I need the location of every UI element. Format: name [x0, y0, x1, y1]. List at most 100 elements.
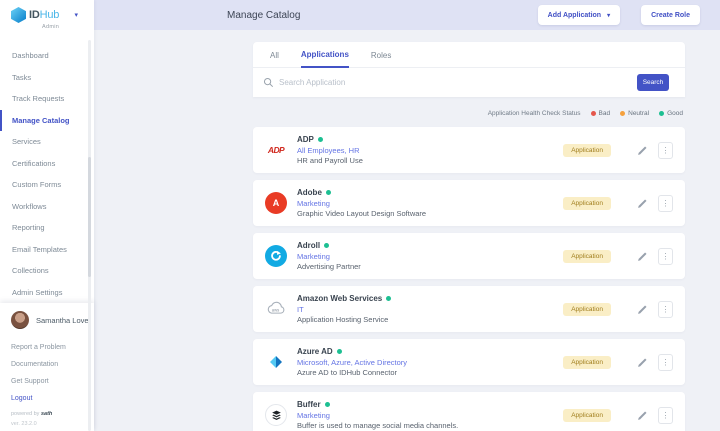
- user-name: Samantha Love: [36, 316, 89, 325]
- more-options-button[interactable]: ⋮: [658, 142, 673, 159]
- idhub-hexagon-icon: [11, 7, 26, 23]
- powered-by-label: powered by sath: [0, 411, 94, 417]
- more-options-button[interactable]: ⋮: [658, 248, 673, 265]
- header-actions: Add Application ▾ Create Role: [538, 5, 720, 25]
- logout-link[interactable]: Logout: [0, 390, 94, 407]
- application-name: Azure AD: [297, 347, 333, 356]
- edit-pencil-icon[interactable]: [637, 410, 648, 421]
- edit-pencil-icon[interactable]: [637, 145, 648, 156]
- chevron-down-icon: ▾: [607, 12, 610, 19]
- get-support-link[interactable]: Get Support: [0, 373, 94, 390]
- sidebar-item-reporting[interactable]: Reporting: [0, 217, 94, 239]
- application-type-badge: Application: [563, 144, 611, 157]
- add-application-label: Add Application: [548, 12, 601, 19]
- sidebar-item-custom-forms[interactable]: Custom Forms: [0, 174, 94, 196]
- neutral-status-dot: [620, 111, 625, 116]
- application-row-aws[interactable]: aws Amazon Web Services IT Application H…: [253, 286, 685, 332]
- status-dot-good: [386, 296, 391, 301]
- application-tags-link[interactable]: Marketing: [297, 252, 361, 261]
- more-options-button[interactable]: ⋮: [658, 195, 673, 212]
- application-row-adroll[interactable]: Adroll Marketing Advertising Partner App…: [253, 233, 685, 279]
- search-button[interactable]: Search: [637, 74, 669, 91]
- application-type-badge: Application: [563, 356, 611, 369]
- sidebar-item-dashboard[interactable]: Dashboard: [0, 45, 94, 67]
- application-name: Adobe: [297, 188, 322, 197]
- search-bar: Search: [253, 68, 685, 97]
- application-name: ADP: [297, 135, 314, 144]
- application-info: Buffer Marketing Buffer is used to manag…: [297, 400, 458, 430]
- svg-text:aws: aws: [272, 307, 279, 312]
- application-name: Adroll: [297, 241, 320, 250]
- user-profile[interactable]: Samantha Love: [0, 311, 94, 329]
- legend-item-good: Good: [659, 110, 683, 117]
- application-row-adp[interactable]: ADP ADP All Employees, HR HR and Payroll…: [253, 127, 685, 173]
- health-legend: Application Health Check Status Bad Neut…: [253, 110, 685, 117]
- aws-logo-icon: aws: [265, 298, 287, 320]
- tab-roles[interactable]: Roles: [371, 51, 391, 67]
- documentation-link[interactable]: Documentation: [0, 356, 94, 373]
- sidebar-footer-links: Report a Problem Documentation Get Suppo…: [0, 339, 94, 407]
- report-a-problem-link[interactable]: Report a Problem: [0, 339, 94, 356]
- search-input[interactable]: [279, 78, 637, 87]
- more-options-button[interactable]: ⋮: [658, 407, 673, 424]
- add-application-button[interactable]: Add Application ▾: [538, 5, 620, 25]
- sidebar-item-email-templates[interactable]: Email Templates: [0, 239, 94, 261]
- application-tags-link[interactable]: IT: [297, 305, 391, 314]
- tab-all[interactable]: All: [270, 51, 279, 67]
- application-row-adobe[interactable]: A Adobe Marketing Graphic Video Layout D…: [253, 180, 685, 226]
- scrollbar-thumb[interactable]: [88, 157, 91, 277]
- edit-pencil-icon[interactable]: [637, 357, 648, 368]
- main-content: All Applications Roles Search Applicatio…: [94, 30, 720, 431]
- application-name: Amazon Web Services: [297, 294, 382, 303]
- edit-pencil-icon[interactable]: [637, 304, 648, 315]
- sidebar-item-services[interactable]: Services: [0, 131, 94, 153]
- tab-bar: All Applications Roles: [253, 42, 685, 68]
- application-info: ADP All Employees, HR HR and Payroll Use: [297, 135, 363, 165]
- brand-name: IDHub: [29, 9, 59, 21]
- application-tags-link[interactable]: Marketing: [297, 199, 426, 208]
- sidebar-item-tasks[interactable]: Tasks: [0, 67, 94, 89]
- version-label: ver. 23.2.0: [0, 421, 94, 427]
- sidebar-item-collections[interactable]: Collections: [0, 260, 94, 282]
- edit-pencil-icon[interactable]: [637, 198, 648, 209]
- good-status-dot: [659, 111, 664, 116]
- sidebar-user-section: Samantha Love Report a Problem Documenta…: [0, 303, 94, 431]
- create-role-button[interactable]: Create Role: [641, 5, 700, 25]
- application-row-buffer[interactable]: Buffer Marketing Buffer is used to manag…: [253, 392, 685, 431]
- brand-block: IDHub ▾ Admin: [0, 0, 94, 36]
- more-options-button[interactable]: ⋮: [658, 301, 673, 318]
- application-info: Adobe Marketing Graphic Video Layout Des…: [297, 188, 426, 218]
- application-info: Amazon Web Services IT Application Hosti…: [297, 294, 391, 324]
- sidebar-scrollbar[interactable]: [88, 40, 91, 431]
- tab-applications[interactable]: Applications: [301, 50, 349, 68]
- edit-pencil-icon[interactable]: [637, 251, 648, 262]
- application-type-badge: Application: [563, 197, 611, 210]
- adp-logo-icon: ADP: [265, 139, 287, 161]
- application-tags-link[interactable]: Microsoft, Azure, Active Directory: [297, 358, 407, 367]
- application-type-badge: Application: [563, 409, 611, 422]
- legend-item-bad: Bad: [591, 110, 611, 117]
- chevron-down-icon[interactable]: ▾: [74, 11, 78, 19]
- application-type-badge: Application: [563, 303, 611, 316]
- catalog-content: All Applications Roles Search Applicatio…: [253, 42, 685, 431]
- brand-subtitle: Admin: [42, 24, 94, 30]
- catalog-toolbar-card: All Applications Roles Search: [253, 42, 685, 97]
- brand-logo[interactable]: IDHub ▾: [11, 7, 94, 23]
- sidebar-item-manage-catalog[interactable]: Manage Catalog: [0, 110, 94, 132]
- application-type-badge: Application: [563, 250, 611, 263]
- status-dot-good: [324, 243, 329, 248]
- sidebar-item-certifications[interactable]: Certifications: [0, 153, 94, 175]
- application-description: Application Hosting Service: [297, 315, 391, 324]
- more-options-button[interactable]: ⋮: [658, 354, 673, 371]
- application-info: Adroll Marketing Advertising Partner: [297, 241, 361, 271]
- application-row-azure-ad[interactable]: Azure AD Microsoft, Azure, Active Direct…: [253, 339, 685, 385]
- application-tags-link[interactable]: Marketing: [297, 411, 458, 420]
- sidebar-item-admin-settings[interactable]: Admin Settings: [0, 282, 94, 304]
- page-header: Manage Catalog Add Application▾ Create R…: [94, 0, 720, 30]
- application-tags-link[interactable]: All Employees, HR: [297, 146, 363, 155]
- legend-item-neutral: Neutral: [620, 110, 649, 117]
- status-dot-good: [325, 402, 330, 407]
- sidebar-item-track-requests[interactable]: Track Requests: [0, 88, 94, 110]
- application-description: HR and Payroll Use: [297, 156, 363, 165]
- sidebar-item-workflows[interactable]: Workflows: [0, 196, 94, 218]
